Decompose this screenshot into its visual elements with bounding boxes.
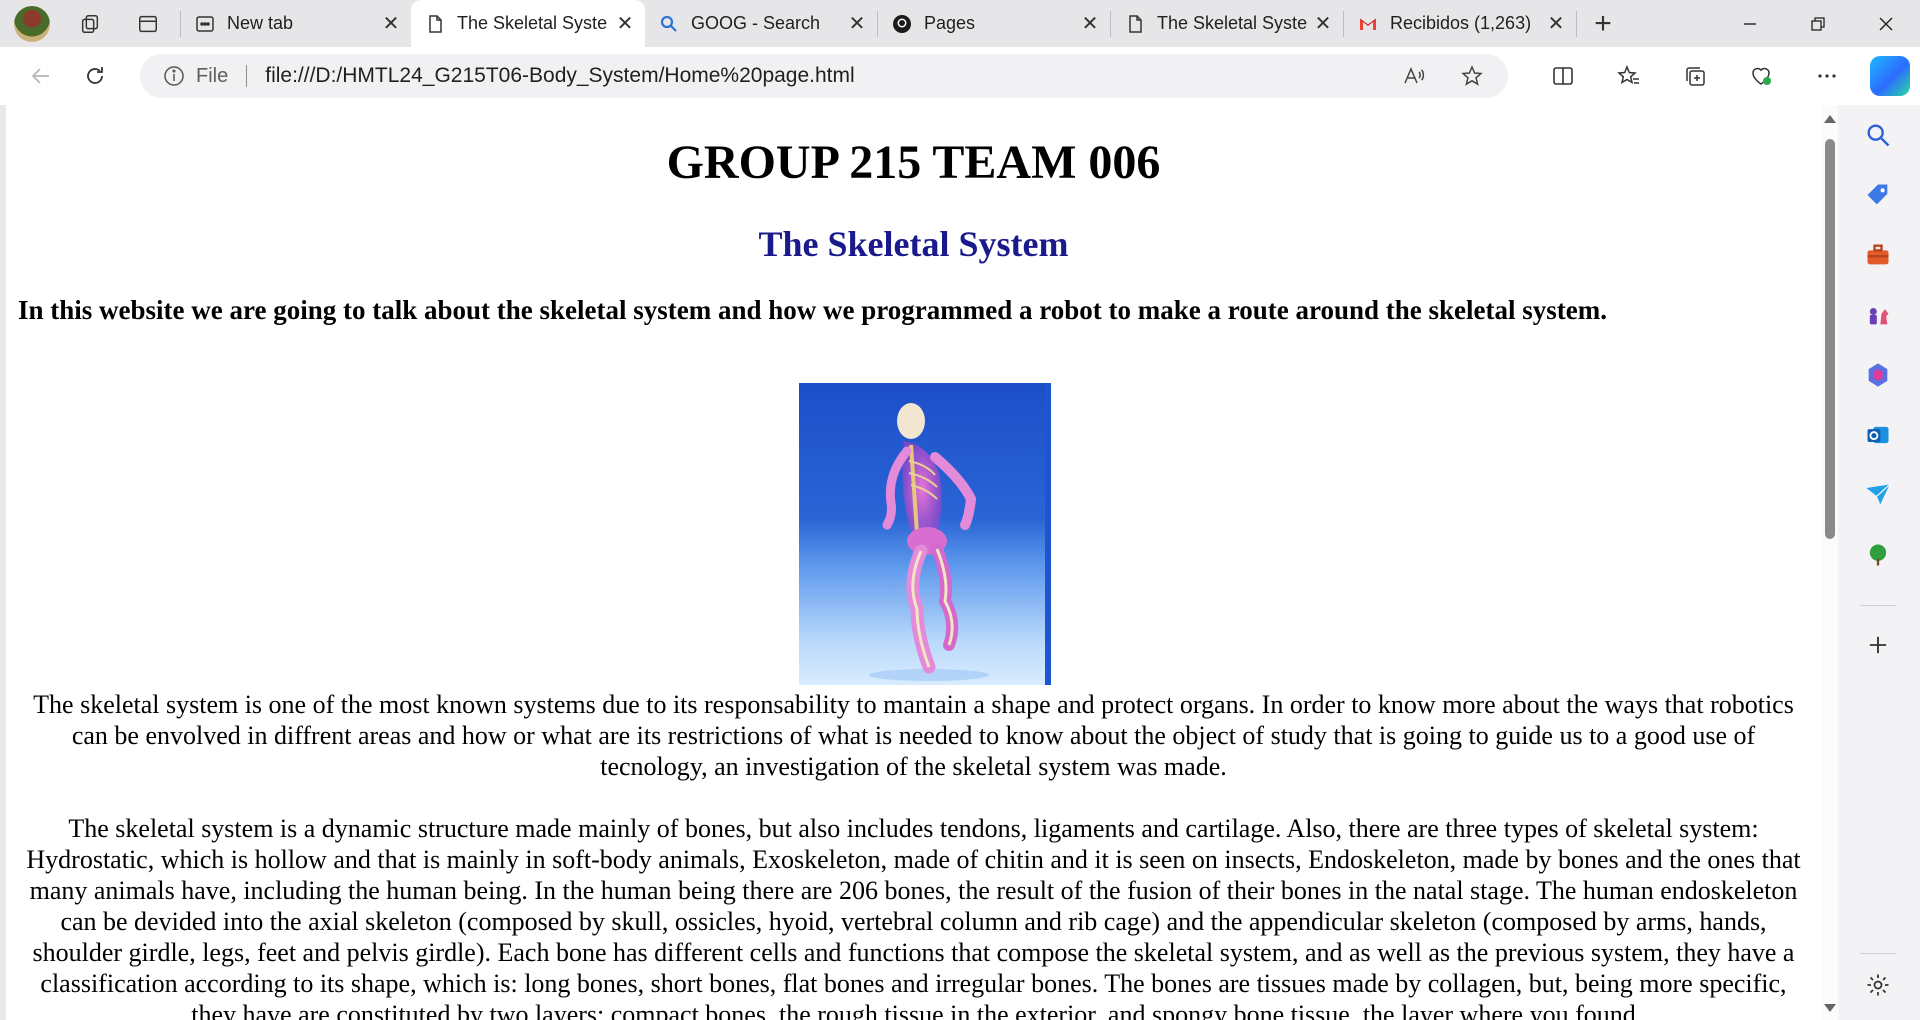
search-icon xyxy=(659,14,679,34)
sidebar-divider xyxy=(1860,953,1896,954)
scheme-label: File xyxy=(196,64,229,87)
tab-close-button[interactable]: ✕ xyxy=(1080,13,1100,35)
favorite-star-icon[interactable] xyxy=(1452,56,1492,96)
tab-bar: New tab ✕ The Skeletal Syste ✕ GOOG - Se… xyxy=(0,0,1920,47)
refresh-button[interactable] xyxy=(68,54,122,98)
send-icon[interactable] xyxy=(1858,475,1898,515)
tab-title: Pages xyxy=(924,13,976,33)
scrollbar-thumb[interactable] xyxy=(1825,139,1835,539)
tree-icon[interactable] xyxy=(1858,535,1898,575)
profile-avatar[interactable] xyxy=(14,5,50,42)
tab-skeletal-system-2[interactable]: The Skeletal Syste ✕ xyxy=(1111,4,1343,44)
vertical-scrollbar[interactable] xyxy=(1821,105,1838,1020)
scroll-down-arrow[interactable] xyxy=(1824,1004,1836,1012)
tab-title: Recibidos (1,263) xyxy=(1390,13,1532,33)
tab-close-button[interactable]: ✕ xyxy=(1546,13,1566,35)
split-screen-icon[interactable] xyxy=(1530,54,1596,98)
close-window-button[interactable] xyxy=(1852,0,1920,47)
address-bar[interactable]: File file:///D:/HMTL24_G215T06-Body_Syst… xyxy=(140,54,1508,98)
shopping-tag-icon[interactable] xyxy=(1858,175,1898,215)
paragraph-body: The skeletal system is a dynamic structu… xyxy=(26,814,1801,1020)
info-icon[interactable] xyxy=(162,64,186,88)
add-sidebar-app-icon[interactable] xyxy=(1858,625,1898,665)
url-text[interactable]: file:///D:/HMTL24_G215T06-Body_System/Ho… xyxy=(265,64,1376,88)
toolbar-buttons xyxy=(1530,54,1910,98)
tab-goog-search[interactable]: GOOG - Search ✕ xyxy=(645,4,877,44)
outlook-icon[interactable] xyxy=(1858,415,1898,455)
scroll-up-arrow[interactable] xyxy=(1824,115,1836,123)
tab-new-tab[interactable]: New tab ✕ xyxy=(181,4,411,44)
games-chess-icon[interactable] xyxy=(1858,295,1898,335)
paragraph-intro: The skeletal system is one of the most k… xyxy=(33,690,1794,781)
back-button[interactable] xyxy=(14,54,68,98)
new-tab-button[interactable]: + xyxy=(1577,4,1629,44)
page-subtitle: The Skeletal System xyxy=(758,224,1069,264)
sidebar-settings-icon[interactable] xyxy=(1858,965,1898,1005)
tab-pages[interactable]: Pages ✕ xyxy=(878,4,1110,44)
edge-sidebar xyxy=(1838,105,1920,1020)
vertical-tabs-icon[interactable] xyxy=(126,4,170,44)
minimize-button[interactable] xyxy=(1716,0,1784,47)
running-skeleton-image xyxy=(799,383,1051,685)
window-controls xyxy=(1716,0,1920,47)
tab-close-button[interactable]: ✕ xyxy=(381,13,401,35)
page-intro: In this website we are going to talk abo… xyxy=(18,295,1607,325)
address-divider xyxy=(246,65,248,87)
microsoft-365-icon[interactable] xyxy=(1858,355,1898,395)
tab-title: New tab xyxy=(227,13,294,33)
more-options-icon[interactable] xyxy=(1794,54,1860,98)
sidebar-divider xyxy=(1860,605,1896,606)
github-icon xyxy=(892,14,912,34)
sidebar-search-icon[interactable] xyxy=(1858,115,1898,155)
favorites-icon[interactable] xyxy=(1596,54,1662,98)
tab-title: GOOG - Search xyxy=(691,13,821,33)
tab-skeletal-system-active[interactable]: The Skeletal Syste ✕ xyxy=(411,0,645,47)
tab-close-button[interactable]: ✕ xyxy=(1313,13,1333,35)
page-viewport: GROUP 215 TEAM 006 The Skeletal System I… xyxy=(6,105,1838,1020)
document-icon xyxy=(425,14,445,34)
navigation-bar: File file:///D:/HMTL24_G215T06-Body_Syst… xyxy=(0,47,1920,105)
tab-close-button[interactable]: ✕ xyxy=(615,13,635,35)
read-aloud-icon[interactable] xyxy=(1394,56,1434,96)
page-title: GROUP 215 TEAM 006 xyxy=(666,136,1161,189)
collections-icon[interactable] xyxy=(1662,54,1728,98)
page-content: GROUP 215 TEAM 006 The Skeletal System I… xyxy=(6,105,1821,1020)
gmail-icon xyxy=(1358,14,1378,34)
newtab-icon xyxy=(195,14,215,34)
browser-essentials-icon[interactable] xyxy=(1728,54,1794,98)
tab-gmail[interactable]: Recibidos (1,263) ✕ xyxy=(1344,4,1576,44)
tools-briefcase-icon[interactable] xyxy=(1858,235,1898,275)
restore-button[interactable] xyxy=(1784,0,1852,47)
document-icon xyxy=(1125,14,1145,34)
tab-title: The Skeletal Syste xyxy=(457,13,608,33)
copilot-icon[interactable] xyxy=(1870,56,1910,96)
tab-title: The Skeletal Syste xyxy=(1157,13,1308,33)
tab-close-button[interactable]: ✕ xyxy=(847,13,867,35)
workspaces-icon[interactable] xyxy=(68,4,112,44)
